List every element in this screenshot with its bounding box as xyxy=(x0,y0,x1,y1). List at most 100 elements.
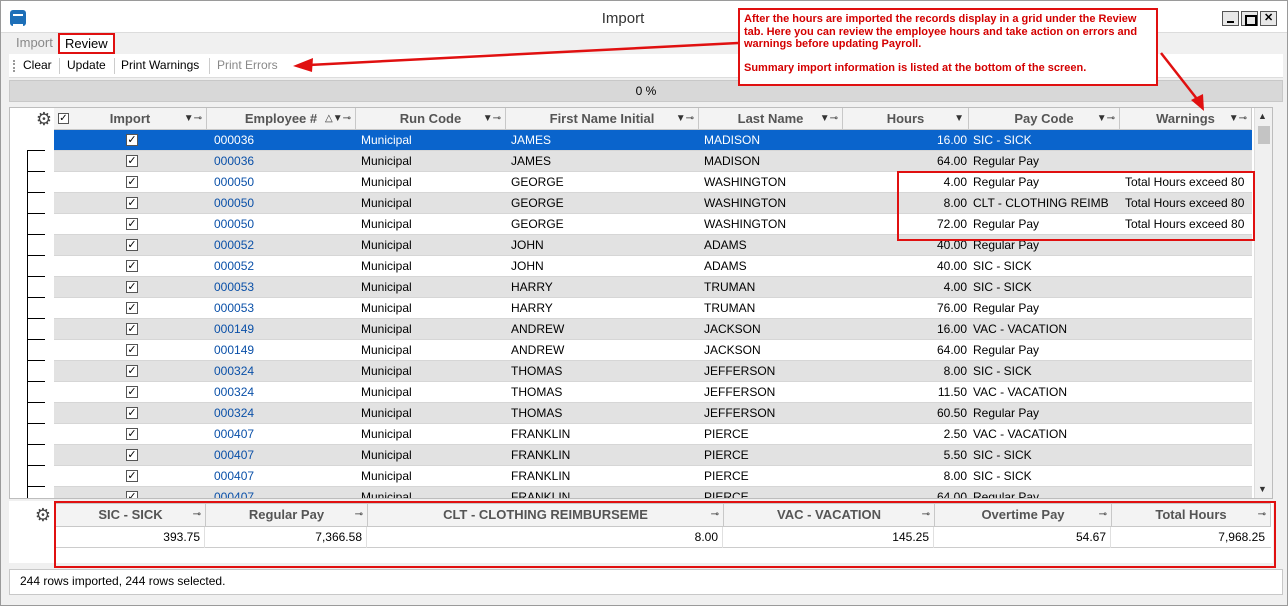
vertical-scrollbar[interactable]: ▲ ▼ xyxy=(1254,108,1272,498)
summary-col-total[interactable]: Total Hours ⊸ xyxy=(1112,504,1270,526)
print-warnings-button[interactable]: Print Warnings xyxy=(121,58,199,72)
import-checkbox[interactable]: ✓ xyxy=(126,281,138,293)
pin-icon[interactable]: ⊸ xyxy=(1258,504,1266,526)
table-row[interactable]: ✓ 000053 Municipal HARRY TRUMAN 4.00 SIC - SIC… xyxy=(54,277,1252,298)
table-row[interactable]: ✓ 000324 Municipal THOMAS JEFFERSON 11.50 VAC … xyxy=(54,382,1252,403)
summary-col-vacation[interactable]: VAC - VACATION ⊸ xyxy=(724,504,935,526)
cell-first: JOHN xyxy=(511,238,544,252)
gear-icon[interactable]: ⚙ xyxy=(34,506,52,524)
import-checkbox[interactable]: ✓ xyxy=(126,218,138,230)
import-checkbox[interactable]: ✓ xyxy=(126,197,138,209)
filter-pin-icon[interactable]: ▼⊸ xyxy=(820,108,838,130)
cell-hours: 4.00 xyxy=(943,175,967,189)
scroll-down-icon[interactable]: ▼ xyxy=(1258,484,1267,494)
print-errors-button[interactable]: Print Errors xyxy=(217,58,278,72)
filter-pin-icon[interactable]: ▼⊸ xyxy=(676,108,694,130)
pin-icon[interactable]: ⊸ xyxy=(1099,504,1107,526)
pin-icon[interactable]: ⊸ xyxy=(355,504,363,526)
filter-pin-icon[interactable]: ▼⊸ xyxy=(184,108,202,130)
import-checkbox[interactable]: ✓ xyxy=(126,491,138,498)
column-header-first-name[interactable]: First Name Initial ▼⊸ xyxy=(506,108,699,130)
pin-icon[interactable]: ⊸ xyxy=(711,504,719,526)
column-header-hours[interactable]: Hours ▼ xyxy=(843,108,969,130)
import-checkbox[interactable]: ✓ xyxy=(126,134,138,146)
table-row[interactable]: ✓ 000149 Municipal ANDREW JACKSON 16.00 VAC - … xyxy=(54,319,1252,340)
summary-value: 7,366.58 xyxy=(205,527,367,548)
column-header-label: Run Code xyxy=(399,111,462,126)
toolbar-separator xyxy=(59,58,60,74)
cell-last: MADISON xyxy=(704,133,761,147)
tree-branch xyxy=(27,360,45,361)
summary-col-regular[interactable]: Regular Pay ⊸ xyxy=(206,504,368,526)
table-row[interactable]: ✓ 000407 Municipal FRANKLIN PIERCE 64.00 Regul… xyxy=(54,487,1252,499)
import-checkbox[interactable]: ✓ xyxy=(126,386,138,398)
scroll-up-icon[interactable]: ▲ xyxy=(1258,111,1267,121)
filter-icon[interactable]: ▼ xyxy=(954,108,964,130)
update-button[interactable]: Update xyxy=(67,58,106,72)
import-checkbox[interactable]: ✓ xyxy=(126,428,138,440)
pin-icon[interactable]: ⊸ xyxy=(922,504,930,526)
table-row[interactable]: ✓ 000050 Municipal GEORGE WASHINGTON 8.00 CLT … xyxy=(54,193,1252,214)
cell-last: MADISON xyxy=(704,154,761,168)
import-checkbox[interactable]: ✓ xyxy=(126,323,138,335)
table-row[interactable]: ✓ 000149 Municipal ANDREW JACKSON 64.00 Regula… xyxy=(54,340,1252,361)
summary-col-sick[interactable]: SIC - SICK ⊸ xyxy=(56,504,206,526)
summary-col-clothing[interactable]: CLT - CLOTHING REIMBURSEME ⊸ xyxy=(368,504,724,526)
table-row[interactable]: ✓ 000050 Municipal GEORGE WASHINGTON 72.00 Reg… xyxy=(54,214,1252,235)
import-checkbox[interactable]: ✓ xyxy=(126,407,138,419)
summary-value: 393.75 xyxy=(55,527,205,548)
cell-run: Municipal xyxy=(361,343,412,357)
table-row[interactable]: ✓ 000053 Municipal HARRY TRUMAN 76.00 Regular … xyxy=(54,298,1252,319)
tree-branch xyxy=(27,318,45,319)
cell-first: FRANKLIN xyxy=(511,490,571,499)
tree-branch xyxy=(27,339,45,340)
summary-col-overtime[interactable]: Overtime Pay ⊸ xyxy=(935,504,1112,526)
table-row[interactable]: ✓ 000407 Municipal FRANKLIN PIERCE 8.00 SIC - … xyxy=(54,466,1252,487)
table-row[interactable]: ✓ 000407 Municipal FRANKLIN PIERCE 5.50 SIC - … xyxy=(54,445,1252,466)
table-row[interactable]: ✓ 000052 Municipal JOHN ADAMS 40.00 SIC - SICK xyxy=(54,256,1252,277)
cell-warn xyxy=(1125,361,1251,382)
tree-branch xyxy=(27,150,45,151)
table-row[interactable]: ✓ 000036 Municipal JAMES MADISON 16.00 SIC - S… xyxy=(54,130,1252,151)
table-row[interactable]: ✓ 000407 Municipal FRANKLIN PIERCE 2.50 VAC - … xyxy=(54,424,1252,445)
column-header-warnings[interactable]: Warnings ▼⊸ xyxy=(1120,108,1252,130)
import-checkbox[interactable]: ✓ xyxy=(126,155,138,167)
tab-import[interactable]: Import xyxy=(10,33,59,54)
maximize-button[interactable] xyxy=(1241,11,1258,26)
filter-pin-icon[interactable]: ▼⊸ xyxy=(1229,108,1247,130)
toolbar-grip[interactable] xyxy=(13,60,15,72)
cell-hours: 16.00 xyxy=(936,322,967,336)
import-checkbox[interactable]: ✓ xyxy=(126,449,138,461)
import-checkbox[interactable]: ✓ xyxy=(126,365,138,377)
tab-review[interactable]: Review xyxy=(58,33,115,54)
column-header-run-code[interactable]: Run Code ▼⊸ xyxy=(356,108,506,130)
table-row[interactable]: ✓ 000324 Municipal THOMAS JEFFERSON 60.50 Regu… xyxy=(54,403,1252,424)
column-header-pay-code[interactable]: Pay Code ▼⊸ xyxy=(969,108,1120,130)
pin-icon[interactable]: ⊸ xyxy=(193,504,201,526)
import-checkbox[interactable]: ✓ xyxy=(126,176,138,188)
import-checkbox[interactable]: ✓ xyxy=(126,260,138,272)
import-checkbox[interactable]: ✓ xyxy=(126,302,138,314)
import-checkbox[interactable]: ✓ xyxy=(126,239,138,251)
minimize-button[interactable] xyxy=(1222,11,1239,26)
filter-pin-icon[interactable]: ▼⊸ xyxy=(1097,108,1115,130)
gear-icon[interactable]: ⚙ xyxy=(35,110,53,128)
table-row[interactable]: ✓ 000050 Municipal GEORGE WASHINGTON 4.00 Regu… xyxy=(54,172,1252,193)
column-header-import[interactable]: Import ▼⊸ xyxy=(54,108,207,130)
sort-filter-pin-icon[interactable]: △▼⊸ xyxy=(325,108,351,130)
cell-emp: 000036 xyxy=(214,154,255,168)
scroll-thumb[interactable] xyxy=(1258,126,1270,144)
column-header-last-name[interactable]: Last Name ▼⊸ xyxy=(699,108,843,130)
import-checkbox[interactable]: ✓ xyxy=(126,344,138,356)
table-row[interactable]: ✓ 000036 Municipal JAMES MADISON 64.00 Regular… xyxy=(54,151,1252,172)
summary-col-label: Regular Pay xyxy=(248,507,325,522)
filter-pin-icon[interactable]: ▼⊸ xyxy=(483,108,501,130)
import-checkbox[interactable]: ✓ xyxy=(126,470,138,482)
close-button[interactable] xyxy=(1260,11,1277,26)
clear-button[interactable]: Clear xyxy=(23,58,52,72)
group-tree xyxy=(10,130,54,498)
table-row[interactable]: ✓ 000324 Municipal THOMAS JEFFERSON 8.00 SIC -… xyxy=(54,361,1252,382)
column-header-employee[interactable]: Employee # △▼⊸ xyxy=(207,108,356,130)
annotation-callout: After the hours are imported the records… xyxy=(738,8,1158,86)
table-row[interactable]: ✓ 000052 Municipal JOHN ADAMS 40.00 Regular Pa… xyxy=(54,235,1252,256)
